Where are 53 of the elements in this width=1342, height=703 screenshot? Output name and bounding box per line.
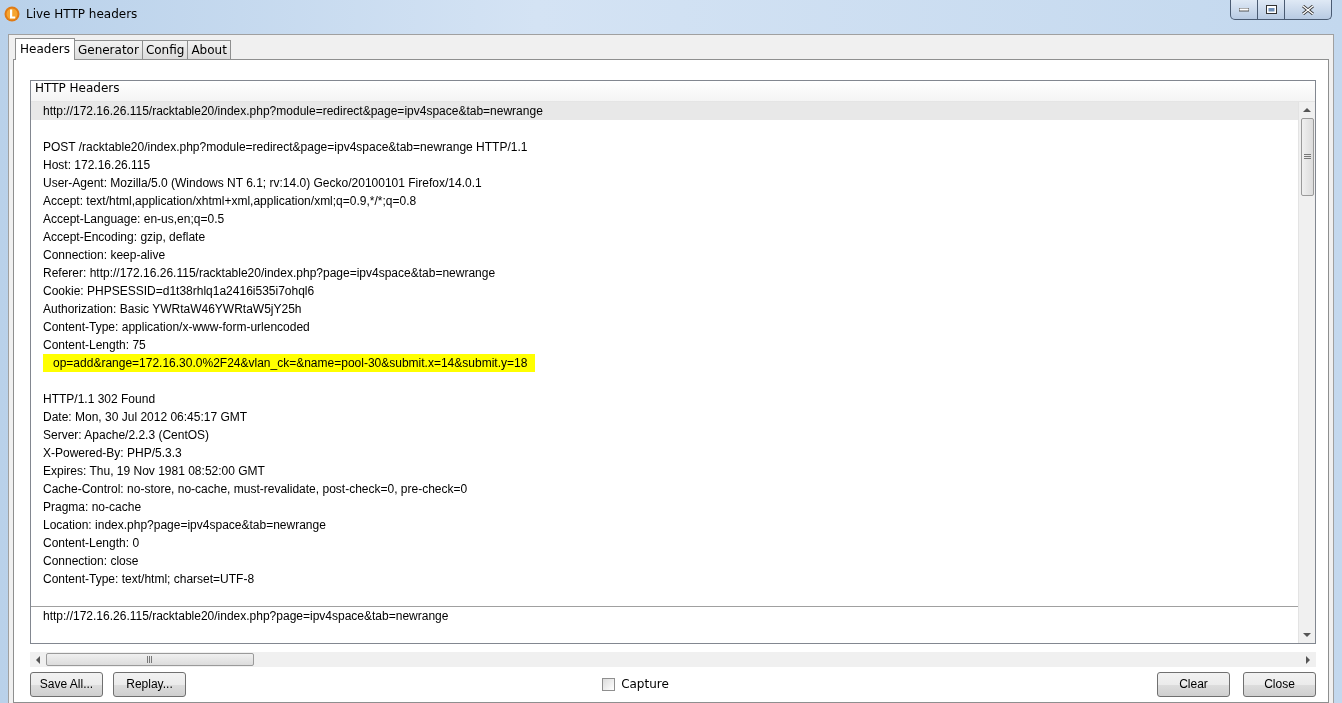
tab[interactable]: Headers — [15, 38, 75, 60]
highlighted-post-data: op=add&range=172.16.30.0%2F24&vlan_ck=&name=pool-30&submit.x=14&submit.y=18 — [43, 354, 536, 372]
maximize-button[interactable] — [1258, 0, 1285, 20]
scroll-down-icon — [1303, 631, 1311, 639]
horizontal-scrollbar[interactable] — [30, 652, 1316, 667]
header-line: Host: 172.16.26.115 — [43, 157, 151, 174]
vertical-scrollbar[interactable] — [1298, 102, 1315, 643]
scroll-up-icon — [1303, 106, 1311, 114]
action-button[interactable]: Clear — [1157, 671, 1230, 697]
header-line: X-Powered-By: PHP/5.3.3 — [43, 445, 182, 462]
tab[interactable]: Config — [141, 40, 189, 59]
header-line: Cache-Control: no-store, no-cache, must-revalidate, post-check=0, pre-check=0 — [43, 481, 468, 498]
window-title: Live HTTP headers — [26, 7, 138, 21]
header-line: Accept: text/html,application/xhtml+xml,application/xml;q=0.9,*/*;q=0.8 — [43, 193, 417, 210]
action-button[interactable]: Replay... — [113, 671, 186, 697]
header-line: Content-Type: application/x-www-form-urlencoded — [43, 319, 310, 336]
header-line: Content-Type: text/html; charset=UTF-8 — [43, 571, 255, 588]
header-line: POST /racktable20/index.php?module=redirect&page=ipv4space&tab=newrange HTTP/1.1 — [43, 139, 528, 156]
capture-checkbox[interactable] — [602, 677, 616, 691]
app-logo-icon — [4, 6, 20, 22]
action-button[interactable]: Save All... — [30, 671, 103, 697]
header-line: Authorization: Basic YWRtaW46YWRtaW5jY25h — [43, 301, 302, 318]
header-line: Connection: keep-alive — [43, 247, 166, 264]
action-button[interactable]: Close — [1243, 671, 1316, 697]
list-header: HTTP Headers — [31, 81, 1315, 102]
header-line: Connection: close — [43, 553, 139, 570]
header-line: Cookie: PHPSESSID=d1t38rhlq1a2416i535i7ohql6 — [43, 283, 315, 300]
close-icon — [1302, 4, 1314, 15]
scrollbar-thumb[interactable] — [1300, 118, 1314, 196]
scroll-left-icon — [34, 655, 42, 664]
header-line: Pragma: no-cache — [43, 499, 142, 516]
header-line: HTTP/1.1 302 Found — [43, 391, 156, 408]
header-line: Expires: Thu, 19 Nov 1981 08:52:00 GMT — [43, 463, 265, 480]
header-line: Location: index.php?page=ipv4space&tab=newrange — [43, 517, 326, 534]
header-line: User-Agent: Mozilla/5.0 (Windows NT 6.1; rv:14.0) Gecko/20100101 Firefox/14.0.1 — [43, 175, 482, 192]
scrollbar-thumb[interactable] — [46, 653, 254, 666]
header-line: Accept-Language: en-us,en;q=0.5 — [43, 211, 225, 228]
scroll-right-icon — [1304, 655, 1312, 664]
minimize-button[interactable] — [1230, 0, 1258, 20]
tab[interactable]: Generator — [73, 40, 143, 59]
minimize-icon — [1239, 7, 1249, 12]
request-url[interactable]: http://172.16.26.115/racktable20/index.php?page=ipv4space&tab=newrange — [31, 607, 1298, 625]
checkbox-label: Capture — [621, 677, 669, 691]
header-line: Server: Apache/2.2.3 (CentOS) — [43, 427, 210, 444]
tab[interactable]: About — [187, 40, 231, 59]
header-line: Date: Mon, 30 Jul 2012 06:45:17 GMT — [43, 409, 248, 426]
request-url[interactable]: http://172.16.26.115/racktable20/index.php?module=redirect&page=ipv4space&tab=newrange — [31, 102, 1298, 120]
header-line: Content-Length: 0 — [43, 535, 140, 552]
header-line: Content-Length: 75 — [43, 337, 146, 354]
header-line: Referer: http://172.16.26.115/racktable20/index.php?page=ipv4space&tab=newrange — [43, 265, 496, 282]
maximize-icon — [1265, 5, 1277, 14]
close-window-button[interactable] — [1285, 0, 1332, 20]
header-line: Accept-Encoding: gzip, deflate — [43, 229, 206, 246]
